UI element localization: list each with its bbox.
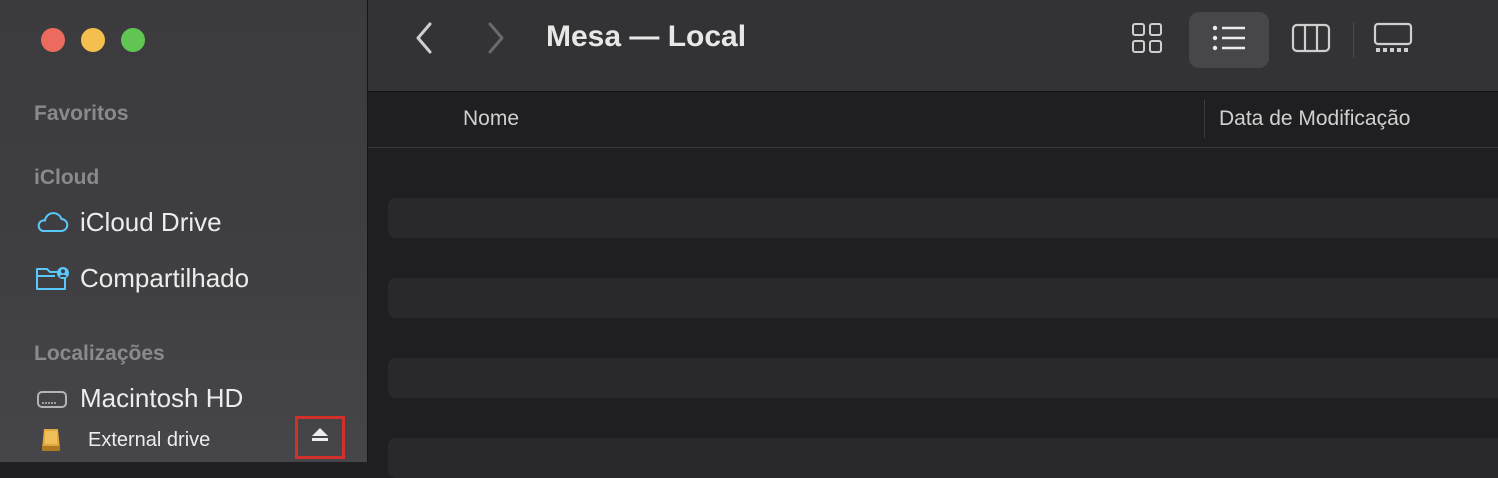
column-header-name[interactable]: Nome [463, 107, 519, 131]
forward-button[interactable] [478, 22, 514, 58]
window-title: Mesa — Local [546, 20, 747, 53]
list-row-stripe [388, 438, 1498, 478]
zoom-window-button[interactable] [121, 28, 145, 52]
list-view-button[interactable] [1189, 12, 1269, 68]
sidebar: Favoritos iCloud iCloud Drive Compartilh… [0, 0, 368, 462]
sidebar-section-localizacoes: Localizações [34, 342, 165, 365]
gallery-icon [1373, 22, 1413, 59]
list-row-stripe [388, 198, 1498, 238]
sidebar-item-label: Compartilhado [80, 262, 250, 293]
sidebar-item-label: External drive [88, 428, 211, 451]
sidebar-item-label: iCloud Drive [80, 206, 222, 237]
sidebar-item-compartilhado[interactable]: Compartilhado [34, 258, 249, 298]
list-header: Nome Data de Modificação [368, 92, 1498, 148]
toolbar: Mesa — Local [368, 0, 1498, 92]
cloud-icon [34, 204, 70, 240]
list-row-stripe [388, 278, 1498, 318]
shared-folder-icon [34, 260, 70, 296]
close-window-button[interactable] [41, 28, 65, 52]
external-drive-icon [34, 422, 68, 458]
column-view-button[interactable] [1271, 12, 1351, 68]
grid-icon [1130, 21, 1164, 60]
minimize-window-button[interactable] [81, 28, 105, 52]
sidebar-section-icloud: iCloud [34, 166, 100, 189]
list-icon [1211, 24, 1247, 57]
back-button[interactable] [406, 22, 442, 58]
gallery-view-button[interactable] [1353, 12, 1433, 68]
sidebar-item-external-drive[interactable]: External drive [34, 420, 210, 460]
eject-icon [312, 428, 328, 447]
column-header-date-modified[interactable]: Data de Modificação [1219, 107, 1410, 131]
eject-button[interactable] [295, 416, 345, 459]
list-row-stripe [388, 358, 1498, 398]
sidebar-item-icloud-drive[interactable]: iCloud Drive [34, 202, 222, 242]
icon-view-button[interactable] [1107, 12, 1187, 68]
file-list[interactable] [368, 148, 1498, 478]
hard-drive-icon [34, 380, 70, 416]
chevron-left-icon [414, 22, 434, 59]
sidebar-item-label: Macintosh HD [80, 382, 244, 413]
columns-icon [1291, 22, 1331, 59]
column-resize-handle[interactable] [1204, 100, 1205, 138]
chevron-right-icon [486, 22, 506, 59]
sidebar-item-macintosh-hd[interactable]: Macintosh HD [34, 378, 243, 418]
sidebar-section-favoritos: Favoritos [34, 102, 129, 125]
